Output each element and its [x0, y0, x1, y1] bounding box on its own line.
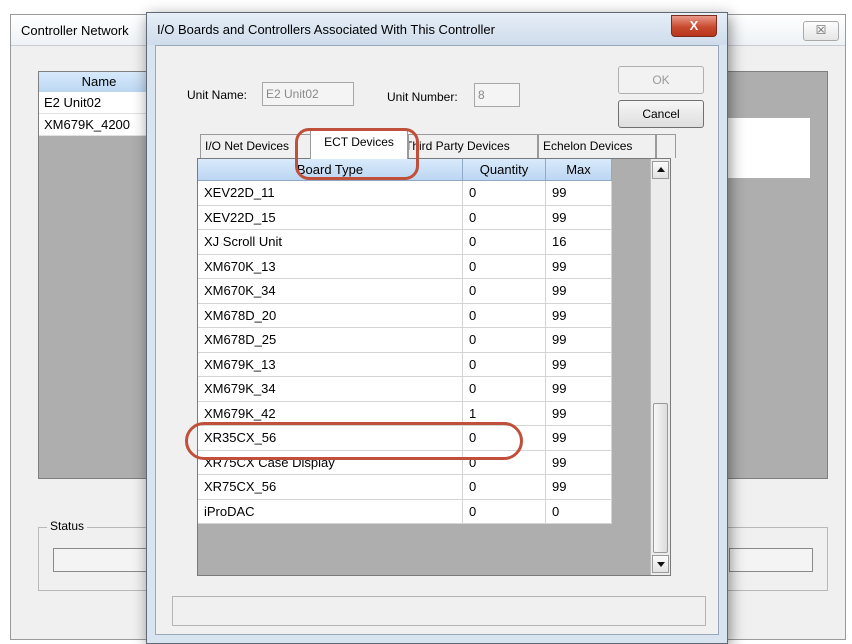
max-cell: 99	[546, 377, 612, 402]
table-row[interactable]: XM679K_13 0 99	[198, 352, 612, 377]
max-cell: 16	[546, 230, 612, 255]
list-item[interactable]: E2 Unit02	[39, 92, 159, 114]
ok-button[interactable]: OK	[618, 66, 704, 94]
vertical-scrollbar[interactable]	[650, 159, 670, 575]
max-cell: 99	[546, 426, 612, 451]
max-cell: 99	[546, 303, 612, 328]
cancel-button[interactable]: Cancel	[618, 100, 704, 128]
board-type-cell: XM679K_34	[198, 377, 463, 402]
board-type-cell: XM670K_34	[198, 279, 463, 304]
name-column-header[interactable]: Name	[39, 72, 160, 93]
unit-name-field: E2 Unit02	[262, 82, 354, 106]
list-cell-area	[722, 118, 810, 178]
quantity-cell: 0	[463, 254, 546, 279]
quantity-cell: 0	[463, 328, 546, 353]
quantity-cell: 0	[463, 475, 546, 500]
close-icon[interactable]: ☒	[803, 21, 839, 41]
board-type-cell: XM678D_20	[198, 303, 463, 328]
controller-network-title: Controller Network	[21, 23, 129, 38]
board-type-cell: iProDAC	[198, 499, 463, 524]
table-row[interactable]: XM678D_20 0 99	[198, 303, 612, 328]
table-row[interactable]: XEV22D_15 0 99	[198, 205, 612, 230]
highlight-xm679k-42-row	[185, 422, 523, 460]
max-cell: 99	[546, 352, 612, 377]
board-type-cell: XEV22D_11	[198, 181, 463, 206]
board-type-grid[interactable]: Board Type Quantity Max XEV22D_11 0 99 XEV2…	[197, 158, 671, 576]
highlight-ect-tab	[295, 128, 419, 180]
quantity-cell: 0	[463, 181, 546, 206]
status-label: Status	[47, 519, 88, 533]
scroll-up-icon[interactable]	[652, 161, 669, 179]
max-column-header[interactable]: Max	[546, 159, 612, 181]
quantity-cell: 0	[463, 352, 546, 377]
board-type-cell: XM670K_13	[198, 254, 463, 279]
unit-number-field: 8	[474, 83, 520, 107]
max-cell: 99	[546, 254, 612, 279]
unit-name-label: Unit Name:	[187, 88, 248, 102]
unit-number-label: Unit Number:	[387, 90, 458, 104]
quantity-cell: 0	[463, 499, 546, 524]
max-cell: 99	[546, 475, 612, 500]
max-cell: 99	[546, 181, 612, 206]
table-row[interactable]: XJ Scroll Unit 0 16	[198, 230, 612, 255]
tab-echelon-devices[interactable]: Echelon Devices	[538, 134, 656, 158]
board-type-cell: XM679K_13	[198, 352, 463, 377]
board-type-cell: XEV22D_15	[198, 205, 463, 230]
board-type-cell: XM678D_25	[198, 328, 463, 353]
table-row[interactable]: XEV22D_11 0 99	[198, 181, 612, 206]
quantity-cell: 0	[463, 230, 546, 255]
table-row[interactable]: XR75CX_56 0 99	[198, 475, 612, 500]
scroll-thumb[interactable]	[653, 403, 668, 553]
max-cell: 0	[546, 499, 612, 524]
list-item[interactable]: XM679K_4200	[39, 114, 159, 136]
quantity-cell: 0	[463, 377, 546, 402]
table-row[interactable]: XM678D_25 0 99	[198, 328, 612, 353]
tab-third-party-devices[interactable]: Third Party Devices	[408, 134, 538, 158]
dialog-titlebar: I/O Boards and Controllers Associated Wi…	[147, 13, 727, 45]
table-row[interactable]: XM670K_34 0 99	[198, 279, 612, 304]
table-row[interactable]: XM679K_34 0 99	[198, 377, 612, 402]
board-type-cell: XJ Scroll Unit	[198, 230, 463, 255]
max-cell: 99	[546, 205, 612, 230]
quantity-cell: 0	[463, 279, 546, 304]
status-field	[729, 548, 813, 572]
dialog-title: I/O Boards and Controllers Associated Wi…	[157, 22, 495, 37]
max-cell: 99	[546, 328, 612, 353]
board-type-cell: XR75CX_56	[198, 475, 463, 500]
tab-strip-end	[656, 134, 676, 158]
status-field	[53, 548, 153, 572]
quantity-column-header[interactable]: Quantity	[463, 159, 546, 181]
max-cell: 99	[546, 450, 612, 475]
table-row[interactable]: iProDAC 0 0	[198, 499, 612, 524]
close-button[interactable]: X	[671, 15, 717, 37]
dialog-status-field	[172, 596, 706, 626]
quantity-cell: 0	[463, 303, 546, 328]
table-row[interactable]: XM670K_13 0 99	[198, 254, 612, 279]
quantity-cell: 0	[463, 205, 546, 230]
max-cell: 99	[546, 401, 612, 426]
scroll-down-icon[interactable]	[652, 555, 669, 573]
max-cell: 99	[546, 279, 612, 304]
